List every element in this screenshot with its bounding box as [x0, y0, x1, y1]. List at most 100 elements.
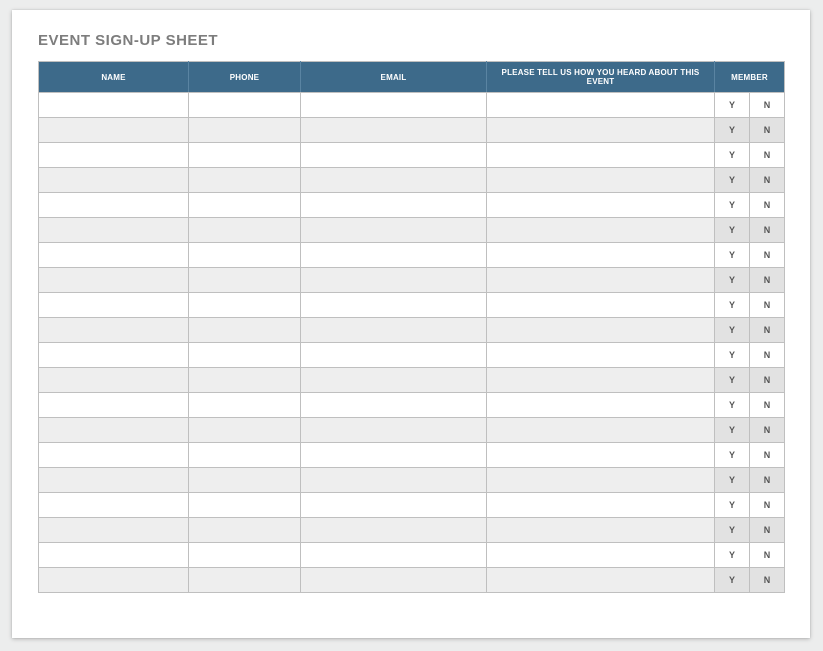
cell-member-yes[interactable]: Y — [715, 193, 750, 218]
cell-name[interactable] — [39, 268, 189, 293]
cell-member-yes[interactable]: Y — [715, 143, 750, 168]
cell-heard[interactable] — [487, 168, 715, 193]
cell-member-yes[interactable]: Y — [715, 393, 750, 418]
cell-name[interactable] — [39, 318, 189, 343]
cell-phone[interactable] — [189, 368, 301, 393]
cell-phone[interactable] — [189, 493, 301, 518]
cell-member-yes[interactable]: Y — [715, 518, 750, 543]
cell-name[interactable] — [39, 218, 189, 243]
cell-heard[interactable] — [487, 393, 715, 418]
cell-phone[interactable] — [189, 543, 301, 568]
cell-name[interactable] — [39, 493, 189, 518]
cell-email[interactable] — [301, 118, 487, 143]
cell-member-no[interactable]: N — [750, 268, 785, 293]
cell-email[interactable] — [301, 343, 487, 368]
cell-email[interactable] — [301, 518, 487, 543]
cell-heard[interactable] — [487, 293, 715, 318]
cell-member-yes[interactable]: Y — [715, 568, 750, 593]
cell-phone[interactable] — [189, 243, 301, 268]
cell-member-no[interactable]: N — [750, 418, 785, 443]
cell-heard[interactable] — [487, 493, 715, 518]
cell-heard[interactable] — [487, 468, 715, 493]
cell-phone[interactable] — [189, 218, 301, 243]
cell-member-no[interactable]: N — [750, 218, 785, 243]
cell-member-no[interactable]: N — [750, 493, 785, 518]
cell-name[interactable] — [39, 243, 189, 268]
cell-email[interactable] — [301, 418, 487, 443]
cell-email[interactable] — [301, 468, 487, 493]
cell-member-no[interactable]: N — [750, 93, 785, 118]
cell-member-yes[interactable]: Y — [715, 268, 750, 293]
cell-email[interactable] — [301, 318, 487, 343]
cell-name[interactable] — [39, 293, 189, 318]
cell-member-yes[interactable]: Y — [715, 468, 750, 493]
cell-member-yes[interactable]: Y — [715, 443, 750, 468]
cell-member-no[interactable]: N — [750, 243, 785, 268]
cell-heard[interactable] — [487, 243, 715, 268]
cell-heard[interactable] — [487, 318, 715, 343]
cell-phone[interactable] — [189, 393, 301, 418]
cell-heard[interactable] — [487, 193, 715, 218]
cell-member-no[interactable]: N — [750, 543, 785, 568]
cell-heard[interactable] — [487, 368, 715, 393]
cell-member-yes[interactable]: Y — [715, 168, 750, 193]
cell-heard[interactable] — [487, 143, 715, 168]
cell-member-yes[interactable]: Y — [715, 318, 750, 343]
cell-name[interactable] — [39, 443, 189, 468]
cell-member-yes[interactable]: Y — [715, 368, 750, 393]
cell-member-yes[interactable]: Y — [715, 418, 750, 443]
cell-heard[interactable] — [487, 518, 715, 543]
cell-name[interactable] — [39, 118, 189, 143]
cell-member-no[interactable]: N — [750, 343, 785, 368]
cell-member-yes[interactable]: Y — [715, 93, 750, 118]
cell-phone[interactable] — [189, 343, 301, 368]
cell-heard[interactable] — [487, 93, 715, 118]
cell-phone[interactable] — [189, 268, 301, 293]
cell-phone[interactable] — [189, 468, 301, 493]
cell-phone[interactable] — [189, 293, 301, 318]
cell-phone[interactable] — [189, 318, 301, 343]
cell-name[interactable] — [39, 568, 189, 593]
cell-member-no[interactable]: N — [750, 568, 785, 593]
cell-member-yes[interactable]: Y — [715, 493, 750, 518]
cell-heard[interactable] — [487, 268, 715, 293]
cell-member-yes[interactable]: Y — [715, 343, 750, 368]
cell-phone[interactable] — [189, 118, 301, 143]
cell-heard[interactable] — [487, 343, 715, 368]
cell-name[interactable] — [39, 93, 189, 118]
cell-email[interactable] — [301, 368, 487, 393]
cell-email[interactable] — [301, 443, 487, 468]
cell-member-yes[interactable]: Y — [715, 543, 750, 568]
cell-member-yes[interactable]: Y — [715, 293, 750, 318]
cell-member-no[interactable]: N — [750, 318, 785, 343]
cell-heard[interactable] — [487, 568, 715, 593]
cell-phone[interactable] — [189, 93, 301, 118]
cell-name[interactable] — [39, 393, 189, 418]
cell-member-no[interactable]: N — [750, 468, 785, 493]
cell-phone[interactable] — [189, 193, 301, 218]
cell-member-no[interactable]: N — [750, 193, 785, 218]
cell-email[interactable] — [301, 93, 487, 118]
cell-member-no[interactable]: N — [750, 293, 785, 318]
cell-member-no[interactable]: N — [750, 368, 785, 393]
cell-email[interactable] — [301, 568, 487, 593]
cell-member-yes[interactable]: Y — [715, 218, 750, 243]
cell-email[interactable] — [301, 393, 487, 418]
cell-email[interactable] — [301, 268, 487, 293]
cell-heard[interactable] — [487, 543, 715, 568]
cell-member-no[interactable]: N — [750, 143, 785, 168]
cell-email[interactable] — [301, 168, 487, 193]
cell-name[interactable] — [39, 168, 189, 193]
cell-name[interactable] — [39, 368, 189, 393]
cell-email[interactable] — [301, 193, 487, 218]
cell-email[interactable] — [301, 493, 487, 518]
cell-heard[interactable] — [487, 418, 715, 443]
cell-member-yes[interactable]: Y — [715, 118, 750, 143]
cell-phone[interactable] — [189, 143, 301, 168]
cell-name[interactable] — [39, 543, 189, 568]
cell-name[interactable] — [39, 468, 189, 493]
cell-name[interactable] — [39, 343, 189, 368]
cell-phone[interactable] — [189, 568, 301, 593]
cell-heard[interactable] — [487, 218, 715, 243]
cell-phone[interactable] — [189, 168, 301, 193]
